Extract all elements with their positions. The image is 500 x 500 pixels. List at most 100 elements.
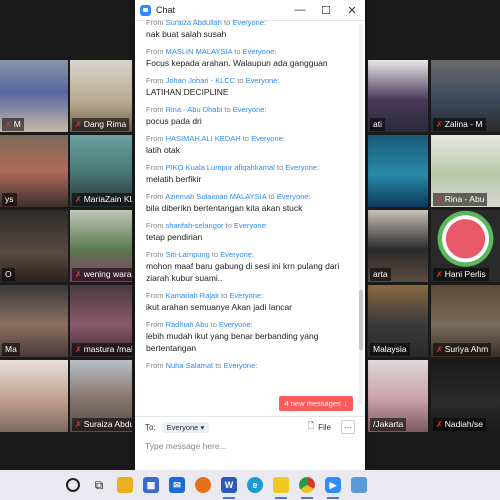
scrollbar-thumb[interactable]	[359, 290, 363, 350]
more-options-button[interactable]: …	[341, 420, 355, 434]
sender-name[interactable]: Nuha Salamat	[166, 361, 214, 370]
participant-name: ✗ Suriya Ahm	[433, 343, 492, 356]
store-icon[interactable]: ▦	[138, 470, 164, 500]
participant-tile[interactable]: /Jakarta	[368, 360, 428, 432]
participant-tile[interactable]: ✗ Suriya Ahm	[431, 285, 500, 357]
message-text: latih otak	[146, 145, 181, 155]
sender-name[interactable]: Johan Johari - KLCC	[166, 76, 236, 85]
participant-tile[interactable]: Malaysia	[368, 285, 428, 357]
message-text: lebih mudah ikut yang benar berbanding y…	[146, 331, 319, 353]
message-header: From Suraiza Abdullah to Everyone:	[146, 20, 267, 27]
muted-mic-icon: ✗	[436, 420, 443, 429]
recipient-name: Everyone:	[276, 192, 311, 201]
recipient-name: Everyone:	[234, 221, 268, 230]
message-input[interactable]: Type message here...	[145, 441, 355, 451]
sender-name[interactable]: MASLIN MALAYSIA	[166, 47, 233, 56]
participant-tile[interactable]: ✗Suraiza Abdullah	[70, 360, 132, 432]
firefox-icon[interactable]	[190, 470, 216, 500]
participant-tile[interactable]: ✗mastura /malays	[70, 285, 132, 357]
participant-tile[interactable]: ✗ Zalina - M	[431, 60, 500, 132]
muted-mic-icon: ✗	[75, 420, 82, 429]
to-label: To:	[145, 422, 156, 432]
zoom-logo-icon	[140, 4, 151, 16]
close-button[interactable]: ✕	[339, 0, 365, 20]
muted-mic-icon: ✗	[436, 195, 443, 204]
participant-tile[interactable]: ✗ Nadiah/se	[431, 360, 500, 432]
participant-tile[interactable]: ys	[0, 135, 68, 207]
sender-name[interactable]: sharifah-selangor	[166, 221, 224, 230]
participant-tile[interactable]: O	[0, 210, 68, 282]
minimize-button[interactable]: —	[287, 0, 313, 20]
participant-tile[interactable]	[0, 360, 68, 432]
sender-name[interactable]: Kamariah Rajak	[166, 291, 219, 300]
sticky-notes-icon[interactable]	[268, 470, 294, 500]
recipient-name: Everyone:	[232, 20, 267, 27]
chat-message: From Siti-Lampung to Everyone: mohon maaf…	[135, 249, 359, 284]
file-explorer-icon[interactable]	[112, 470, 138, 500]
word-icon[interactable]: W	[216, 470, 242, 500]
chat-message: From HASIMAH ALI KEDAH to Everyone: latih…	[135, 133, 359, 156]
participant-tile[interactable]: ✗ M	[0, 60, 68, 132]
recipient-name: Everyone:	[251, 134, 285, 143]
participant-name: ✗ MariaZain KL	[72, 193, 132, 206]
search-icon[interactable]	[60, 470, 86, 500]
participant-tile[interactable]: arta	[368, 210, 428, 282]
maximize-button[interactable]: ☐	[313, 0, 339, 20]
message-text: Focus kepada arahan. Walaupun ada ganggu…	[146, 58, 328, 68]
participant-tile[interactable]: ✗ Rina - Abu	[431, 135, 500, 207]
message-list[interactable]: From Suraiza Abdullah to Everyone: nak bu…	[135, 20, 359, 412]
sender-name[interactable]: PIKO Kuala Lumpur afiqahkamal	[166, 163, 275, 172]
participant-tile[interactable]: ✗ MariaZain KL	[70, 135, 132, 207]
sender-name[interactable]: Aziemah Sulaiman MALAYSIA	[165, 192, 266, 201]
muted-mic-icon: ✗	[436, 120, 443, 129]
chat-message: From Johan Johari - KLCC to Everyone: LAT…	[135, 75, 359, 98]
participant-tile[interactable]: Ma	[0, 285, 68, 357]
sender-name[interactable]: HASIMAH ALI KEDAH	[166, 134, 241, 143]
participant-tile[interactable]: ati	[368, 60, 428, 132]
message-text: pocus pada dri	[146, 116, 202, 126]
mail-icon[interactable]: ✉	[164, 470, 190, 500]
participant-name: ✗Suraiza Abdullah	[72, 418, 132, 431]
sender-name[interactable]: Suraiza Abdullah	[166, 20, 222, 27]
file-button[interactable]: 🗋 File	[308, 420, 331, 434]
participant-tile[interactable]: ✗ Hani Perlis	[431, 210, 500, 282]
chevron-down-icon: ▾	[200, 422, 205, 432]
muted-mic-icon: ✗	[436, 270, 443, 279]
sender-name[interactable]: Radhiah Abu	[166, 320, 209, 329]
recipient-name: Everyone:	[232, 105, 267, 114]
sender-name[interactable]: Rina - Abu Dhabi	[166, 105, 223, 114]
muted-mic-icon: ✗	[75, 120, 82, 129]
participant-name: ✗ M	[2, 118, 24, 131]
participant-name: /Jakarta	[370, 418, 407, 431]
message-header: From Aziemah Sulaiman MALAYSIA to Everyo…	[146, 192, 311, 201]
chat-message: From Nuha Salamat to Everyone:	[135, 360, 359, 371]
participant-name: arta	[370, 268, 391, 281]
participant-name: ys	[2, 193, 17, 206]
task-view-icon[interactable]: ⧉	[86, 470, 112, 500]
paint-icon[interactable]	[346, 470, 372, 500]
message-header: From Siti-Lampung to Everyone:	[146, 250, 255, 259]
chat-titlebar[interactable]: Chat — ☐ ✕	[135, 0, 365, 21]
chat-message: From PIKO Kuala Lumpur afiqahkamal to Ev…	[135, 162, 359, 185]
participant-tile[interactable]	[368, 135, 428, 207]
chat-message: From Suraiza Abdullah to Everyone: nak bu…	[135, 20, 359, 40]
new-messages-button[interactable]: 4 new messages ↓	[279, 396, 353, 411]
recipient-name: Everyone:	[229, 291, 264, 300]
message-text: nak buat salah susah	[146, 29, 227, 39]
message-header: From Rina - Abu Dhabi to Everyone:	[146, 105, 267, 114]
edge-icon[interactable]: e	[242, 470, 268, 500]
participant-tile[interactable]: ✗wening warastuti	[70, 210, 132, 282]
participant-tile[interactable]: ✗ Dang Rima	[70, 60, 132, 132]
chrome-icon[interactable]	[294, 470, 320, 500]
muted-mic-icon: ✗	[75, 345, 82, 354]
recipient-name: Everyone:	[220, 250, 255, 259]
muted-mic-icon: ✗	[75, 270, 82, 279]
participant-name: ati	[370, 118, 385, 131]
message-text: LATIHAN DECIPLINE	[146, 87, 229, 97]
recipient-dropdown[interactable]: Everyone ▾	[161, 421, 210, 433]
zoom-icon[interactable]: ▶	[320, 470, 346, 500]
participant-name: ✗ Rina - Abu	[433, 193, 488, 206]
participant-name: ✗ Zalina - M	[433, 118, 486, 131]
muted-mic-icon: ✗	[75, 195, 82, 204]
sender-name[interactable]: Siti-Lampung	[166, 250, 210, 259]
